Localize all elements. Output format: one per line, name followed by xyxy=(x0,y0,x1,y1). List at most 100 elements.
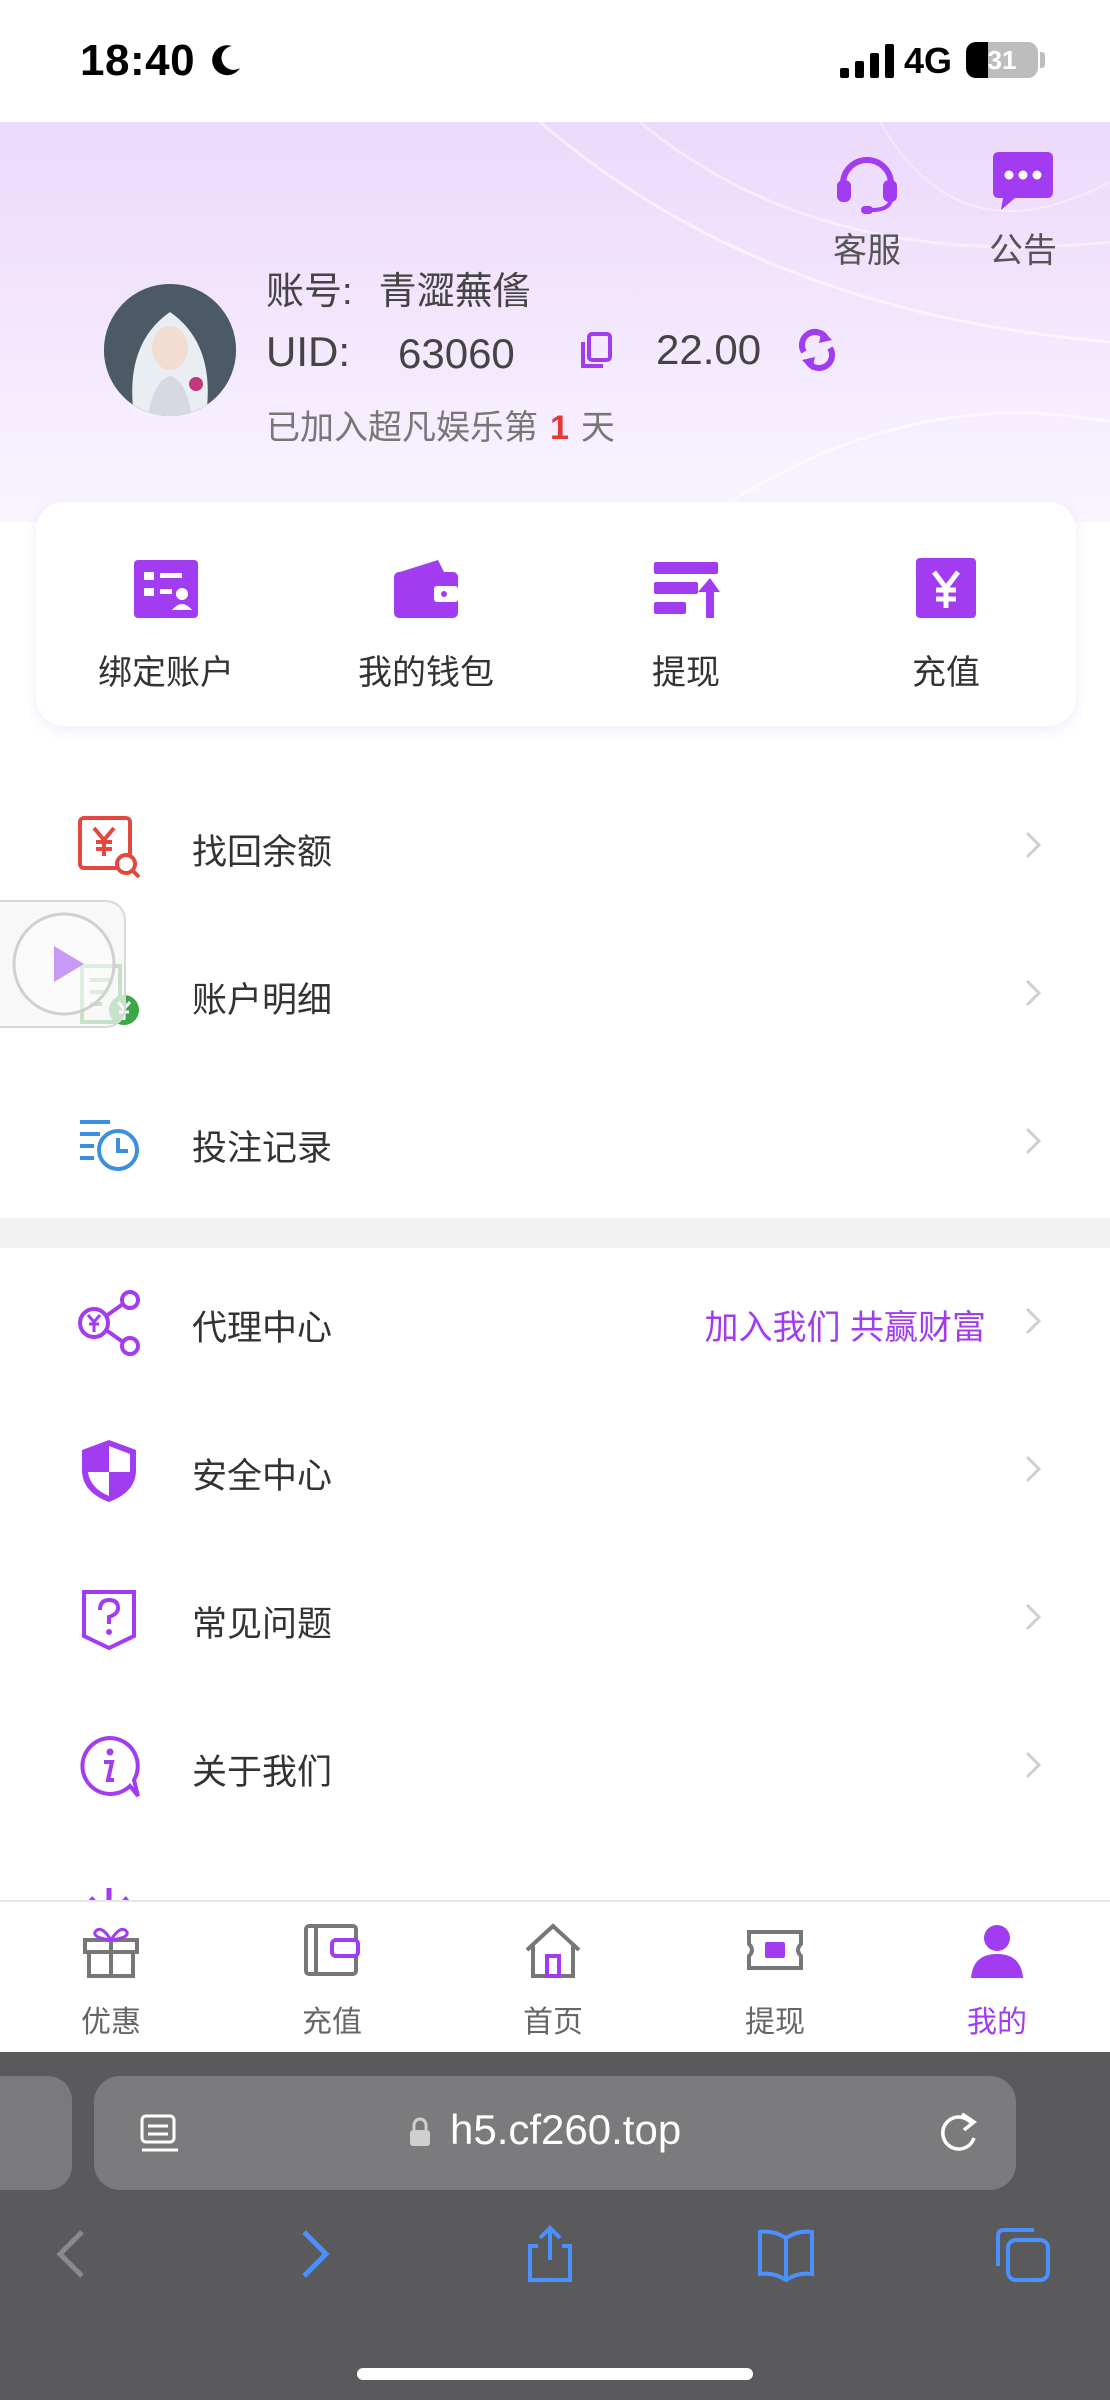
balance-value: 22.00 xyxy=(656,326,762,373)
menu-group-account: 代理中心 加入我们 共赢财富 安全中心 常见问题 关于我们 xyxy=(0,1248,1110,1900)
tab-label: 我的 xyxy=(967,2006,1027,2039)
status-time: 18:40 xyxy=(80,36,196,85)
menu-item-account-details[interactable]: 账户明细 xyxy=(0,920,1110,1068)
chevron-right-icon xyxy=(1025,1751,1042,1779)
faq-icon xyxy=(82,1590,136,1651)
forward-icon[interactable] xyxy=(282,2224,342,2284)
menu-item-agent-center[interactable]: 代理中心 加入我们 共赢财富 xyxy=(0,1248,1110,1396)
recharge-yen-icon xyxy=(916,558,976,618)
notice-label: 公告 xyxy=(989,232,1057,270)
my-wallet-button[interactable]: 我的钱包 xyxy=(326,558,526,694)
menu-item-bet-records[interactable]: 投注记录 xyxy=(0,1068,1110,1216)
wallet-card-icon xyxy=(304,1924,360,1976)
withdraw-button[interactable]: 提现 xyxy=(586,558,786,694)
menu-label: 关于我们 xyxy=(192,1753,333,1792)
bind-account-label: 绑定账户 xyxy=(98,654,234,692)
gift-icon xyxy=(83,1927,139,1978)
uid-label: UID: xyxy=(266,328,350,375)
previous-tab-preview[interactable] xyxy=(0,2076,72,2190)
profile-header: 客服 公告 账号: 青澀蕪㑾 UID: 63060 22.00 已加入超凡娱乐第… xyxy=(0,122,1110,522)
message-bubble-icon xyxy=(993,152,1053,210)
agent-promo-text: 加入我们 共赢财富 xyxy=(704,1309,986,1347)
security-shield-icon xyxy=(82,1440,136,1502)
account-row: 账号: 青澀蕪㑾 xyxy=(266,260,531,315)
withdraw-ticket-icon xyxy=(747,1930,803,1970)
recover-balance-icon xyxy=(78,816,141,879)
account-label: 账号: xyxy=(266,271,353,313)
menu-group-wallet: 找回余额 账户明细 投注记录 xyxy=(0,772,1110,1218)
moon-icon xyxy=(212,45,240,76)
joined-suffix: 天 xyxy=(580,409,615,447)
chevron-right-icon xyxy=(1025,1455,1042,1483)
bind-account-icon xyxy=(134,560,198,618)
menu-label: 投注记录 xyxy=(192,1129,333,1168)
address-bar[interactable]: h5.cf260.top xyxy=(94,2076,1016,2190)
about-info-icon xyxy=(80,1735,140,1798)
bottom-tab-bar: 优惠 充值 首页 提现 我的 xyxy=(0,1900,1110,2052)
network-type: 4G xyxy=(904,40,953,81)
headset-icon xyxy=(837,157,897,214)
tab-recharge[interactable]: 充值 xyxy=(257,1920,407,2041)
reader-mode-icon[interactable] xyxy=(138,2112,182,2156)
home-icon xyxy=(525,1923,581,1978)
menu-item-partially-hidden[interactable] xyxy=(0,1840,1110,1900)
copy-icon[interactable] xyxy=(578,332,614,370)
floating-play-button[interactable] xyxy=(0,900,126,1028)
share-icon[interactable] xyxy=(520,2224,580,2284)
menu-label: 找回余额 xyxy=(192,833,333,872)
tab-home[interactable]: 首页 xyxy=(478,1920,628,2041)
play-icon xyxy=(12,912,116,1016)
joined-days: 1 xyxy=(550,409,569,447)
back-icon[interactable] xyxy=(44,2224,104,2284)
recharge-button[interactable]: 充值 xyxy=(846,558,1046,694)
tab-label: 充值 xyxy=(302,2006,362,2039)
chevron-right-icon xyxy=(1025,831,1042,859)
menu-item-recover-balance[interactable]: 找回余额 xyxy=(0,772,1110,920)
bet-records-icon xyxy=(80,1120,139,1171)
tab-label: 优惠 xyxy=(81,2006,141,2039)
chevron-right-icon xyxy=(1025,1307,1042,1335)
chevron-right-icon xyxy=(1025,1603,1042,1631)
quick-actions-card: 绑定账户 我的钱包 提现 充值 xyxy=(36,502,1076,726)
chevron-right-icon xyxy=(1025,979,1042,1007)
recharge-label: 充值 xyxy=(912,654,980,692)
account-value: 青澀蕪㑾 xyxy=(378,271,531,313)
avatar-image xyxy=(104,284,236,416)
bookmarks-icon[interactable] xyxy=(756,2224,816,2284)
joined-info: 已加入超凡娱乐第 1 天 xyxy=(266,400,615,449)
power-icon xyxy=(89,1888,129,1900)
home-indicator xyxy=(357,2368,753,2380)
uid-value: 63060 xyxy=(398,330,515,377)
wallet-icon xyxy=(394,560,458,618)
joined-prefix: 已加入超凡娱乐第 xyxy=(266,409,538,447)
my-wallet-label: 我的钱包 xyxy=(358,654,494,692)
agent-share-icon xyxy=(78,1290,140,1356)
tab-promotions[interactable]: 优惠 xyxy=(36,1920,186,2041)
menu-item-security-center[interactable]: 安全中心 xyxy=(0,1396,1110,1544)
menu-label: 账户明细 xyxy=(192,981,333,1020)
tab-mine[interactable]: 我的 xyxy=(922,1920,1072,2041)
menu-label: 代理中心 xyxy=(192,1309,333,1348)
customer-service-button[interactable]: 客服 xyxy=(812,150,922,272)
user-icon xyxy=(971,1925,1023,1978)
lock-icon xyxy=(410,2117,430,2146)
refresh-icon[interactable] xyxy=(794,328,840,372)
url-text: h5.cf260.top xyxy=(450,2106,682,2153)
bind-account-button[interactable]: 绑定账户 xyxy=(66,558,266,694)
menu-label: 常见问题 xyxy=(192,1605,333,1644)
menu-item-faq[interactable]: 常见问题 xyxy=(0,1544,1110,1692)
notice-button[interactable]: 公告 xyxy=(968,150,1078,272)
reload-icon[interactable] xyxy=(936,2108,982,2156)
battery-icon: 31 xyxy=(966,42,1038,78)
status-bar: 18:40 4G 31 xyxy=(0,0,1110,122)
tabs-icon[interactable] xyxy=(992,2224,1052,2284)
section-divider xyxy=(0,1218,1110,1248)
tab-label: 提现 xyxy=(745,2006,805,2039)
signal-icon xyxy=(840,44,894,78)
chevron-right-icon xyxy=(1025,1127,1042,1155)
menu-item-about-us[interactable]: 关于我们 xyxy=(0,1692,1110,1840)
avatar[interactable] xyxy=(104,284,236,416)
tab-label: 首页 xyxy=(523,2006,583,2039)
withdraw-icon xyxy=(654,562,720,618)
tab-withdraw[interactable]: 提现 xyxy=(700,1920,850,2041)
